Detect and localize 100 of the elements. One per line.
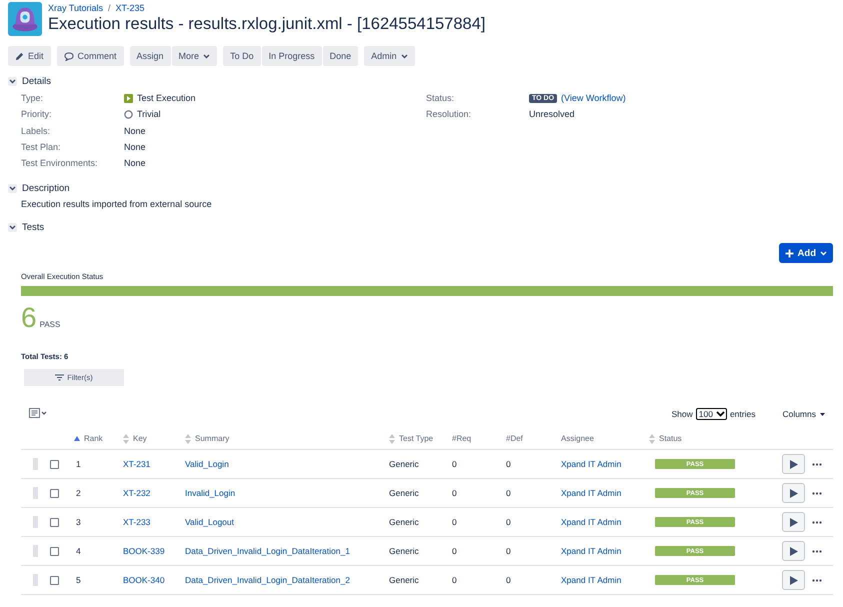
assignee-link[interactable]: Xpand IT Admin xyxy=(561,488,622,498)
column-header[interactable]: Rank xyxy=(84,434,103,444)
toolbar-button[interactable]: To Do xyxy=(223,46,261,66)
field-label: Priority: xyxy=(21,109,53,120)
column-header[interactable]: #Def xyxy=(506,434,523,444)
run-button[interactable] xyxy=(782,570,805,590)
columns-button[interactable]: Columns xyxy=(782,409,833,420)
column-header[interactable]: Assignee xyxy=(561,434,594,444)
toolbar-button[interactable]: Done xyxy=(322,46,358,66)
breadcrumb-link[interactable]: Xray Tutorials xyxy=(48,3,104,13)
more-actions-icon[interactable] xyxy=(812,550,822,553)
rank-cell: 5 xyxy=(76,575,81,586)
test-summary-link[interactable]: Valid_Login xyxy=(185,459,229,470)
view-workflow-link[interactable]: (View Workflow) xyxy=(561,93,626,104)
plus-icon xyxy=(784,248,794,258)
chevron-down-icon xyxy=(820,250,827,256)
add-button[interactable]: Add xyxy=(778,243,833,264)
assignee-link[interactable]: Xpand IT Admin xyxy=(561,546,622,556)
breadcrumb-separator: / xyxy=(108,3,111,13)
sort-ascending-icon[interactable] xyxy=(74,436,80,442)
requirements-count: 0 xyxy=(452,517,457,528)
defects-count: 0 xyxy=(506,575,511,586)
column-header[interactable]: Key xyxy=(133,434,147,444)
breadcrumb-link[interactable]: XT-235 xyxy=(116,3,145,13)
chevron-down-icon xyxy=(203,54,210,58)
run-button[interactable] xyxy=(782,454,805,474)
play-icon xyxy=(790,460,798,469)
column-header[interactable]: Summary xyxy=(195,434,230,444)
chevron-down-icon xyxy=(716,411,725,418)
toolbar-button[interactable]: More xyxy=(172,46,218,66)
run-button[interactable] xyxy=(782,541,805,562)
toolbar-button[interactable]: Assign xyxy=(130,46,171,66)
field-label: Labels: xyxy=(21,126,52,136)
play-icon xyxy=(790,488,798,498)
defects-count: 0 xyxy=(506,546,511,556)
test-execution-icon xyxy=(124,94,133,103)
play-icon xyxy=(790,518,798,527)
row-checkbox[interactable] xyxy=(50,546,58,556)
field-label: Test Plan: xyxy=(21,142,62,152)
description-text: Execution results imported from external source xyxy=(21,199,213,210)
toolbar-button[interactable]: In Progress xyxy=(262,46,322,66)
page-size-select[interactable]: 100 xyxy=(696,408,727,420)
drag-handle[interactable] xyxy=(33,545,38,558)
test-type-cell: Generic xyxy=(389,575,419,586)
run-button[interactable] xyxy=(782,512,805,532)
test-key-link[interactable]: XT-231 xyxy=(123,459,150,470)
entries-label: entries xyxy=(730,409,756,420)
field-value: None xyxy=(124,158,146,168)
assignee-link[interactable]: Xpand IT Admin xyxy=(561,459,622,470)
more-actions-icon[interactable] xyxy=(812,520,822,524)
field-value: Unresolved xyxy=(529,109,575,120)
drag-handle[interactable] xyxy=(33,516,38,528)
test-summary-link[interactable]: Valid_Logout xyxy=(185,517,234,528)
column-header[interactable]: Test Type xyxy=(399,434,434,444)
drag-handle[interactable] xyxy=(33,458,38,470)
row-checkbox[interactable] xyxy=(50,576,58,585)
section-toggle[interactable] xyxy=(8,184,17,194)
more-actions-icon[interactable] xyxy=(812,492,822,495)
test-key-link[interactable]: XT-232 xyxy=(123,488,150,498)
test-type-cell: Generic xyxy=(389,488,419,498)
more-actions-icon[interactable] xyxy=(812,462,822,466)
run-button[interactable] xyxy=(782,483,805,504)
defects-count: 0 xyxy=(506,517,511,528)
test-type-cell: Generic xyxy=(389,546,419,556)
assignee-link[interactable]: Xpand IT Admin xyxy=(561,575,622,586)
field-value: None xyxy=(124,142,146,152)
toolbar-button[interactable]: Comment xyxy=(56,46,124,66)
more-actions-icon[interactable] xyxy=(812,578,822,582)
section-title: Details xyxy=(22,76,52,87)
test-key-link[interactable]: BOOK-339 xyxy=(123,546,165,556)
row-checkbox[interactable] xyxy=(50,518,58,527)
assignee-link[interactable]: Xpand IT Admin xyxy=(561,517,622,528)
section-title: Description xyxy=(22,183,70,194)
toolbar-button[interactable]: Admin xyxy=(364,46,415,66)
circle-icon xyxy=(124,110,133,119)
issue-title: Execution results - results.rxlog.junit.xml - [1624554157884] xyxy=(48,15,486,34)
row-checkbox[interactable] xyxy=(50,460,58,469)
test-summary-link[interactable]: Invalid_Login xyxy=(185,488,236,498)
column-header[interactable]: Status xyxy=(659,434,682,444)
row-checkbox[interactable] xyxy=(50,488,58,498)
test-key-link[interactable]: XT-233 xyxy=(123,517,150,528)
column-header[interactable]: #Req xyxy=(452,434,472,444)
chevron-down-icon xyxy=(400,54,408,58)
pass-label: PASS xyxy=(40,320,60,332)
field-value: Trivial xyxy=(137,109,161,120)
test-summary-link[interactable]: Data_Driven_Invalid_Login_DataIteration_2 xyxy=(185,575,350,586)
test-key-link[interactable]: BOOK-340 xyxy=(123,575,165,586)
field-value: Test Execution xyxy=(137,93,196,104)
test-summary-link[interactable]: Data_Driven_Invalid_Login_DataIteration_1 xyxy=(185,546,350,556)
drag-handle[interactable] xyxy=(33,487,38,500)
rank-cell: 2 xyxy=(76,488,81,498)
pass-count: 6 xyxy=(21,304,37,332)
section-toggle[interactable] xyxy=(8,223,17,232)
requirements-count: 0 xyxy=(452,488,457,498)
toolbar-button[interactable]: Edit xyxy=(8,46,51,66)
rank-cell: 4 xyxy=(76,546,81,556)
section-toggle[interactable] xyxy=(8,77,17,86)
drag-handle[interactable] xyxy=(33,574,38,586)
test-type-cell: Generic xyxy=(389,517,419,528)
pencil-icon xyxy=(15,52,24,60)
